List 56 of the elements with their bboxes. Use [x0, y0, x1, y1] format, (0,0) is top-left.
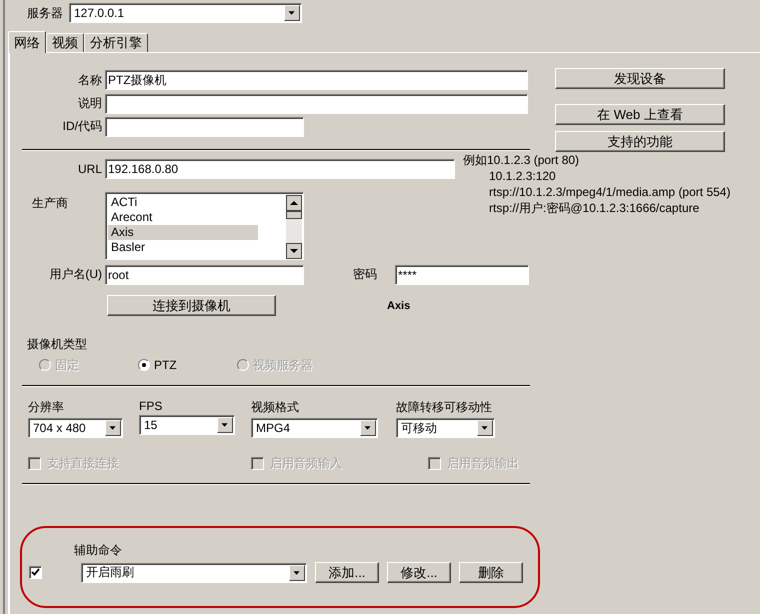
- tab[interactable]: 视频: [46, 33, 84, 52]
- setting-label: 分辨率: [28, 399, 65, 416]
- setting-label: 故障转移可移动性: [396, 399, 493, 416]
- caret-icon: [477, 420, 493, 436]
- password-label: 密码: [353, 266, 378, 283]
- tab[interactable]: 分析引擎: [84, 33, 148, 52]
- detected-vendor-text: Axis: [387, 300, 410, 312]
- caret-icon: [289, 564, 305, 580]
- radio-label: PTZ: [154, 358, 177, 372]
- server-dropdown[interactable]: 127.0.0.1: [69, 3, 302, 23]
- field-label: ID/代码: [62, 118, 102, 135]
- action-button[interactable]: 在 Web 上查看: [555, 104, 725, 125]
- action-button[interactable]: 支持的功能: [555, 131, 725, 152]
- list-item[interactable]: Axis: [108, 225, 258, 240]
- password-field[interactable]: ****: [395, 264, 529, 284]
- command-button[interactable]: 添加...: [315, 562, 379, 583]
- manufacturer-label: 生产商: [31, 195, 69, 212]
- field-label: 名称: [77, 72, 102, 88]
- caret-icon: [217, 417, 233, 433]
- connect-button[interactable]: 连接到摄像机: [107, 295, 276, 316]
- username-label: 用户名(U): [48, 266, 102, 283]
- server-label: 服务器: [27, 4, 63, 22]
- url-label: URL: [76, 162, 102, 176]
- checkbox[interactable]: [29, 566, 42, 579]
- radio-button[interactable]: [138, 359, 150, 371]
- url-example-text: rtsp://用户:密码@10.1.2.3:1666/capture: [489, 200, 700, 216]
- scrollbar-icon[interactable]: [286, 195, 302, 259]
- setting-dropdown[interactable]: 704 x 480: [28, 418, 123, 438]
- setting-label: 视频格式: [251, 399, 300, 416]
- text-field[interactable]: PTZ摄像机: [105, 70, 528, 90]
- caret-icon: [284, 5, 300, 21]
- command-button[interactable]: 删除: [459, 562, 523, 583]
- camera-type-label: 摄像机类型: [27, 337, 87, 351]
- setting-dropdown[interactable]: 可移动: [396, 418, 495, 438]
- setting-dropdown[interactable]: 15: [139, 415, 235, 435]
- action-button[interactable]: 发现设备: [555, 68, 725, 89]
- field-label: 说明: [77, 95, 102, 112]
- setting-label: FPS: [139, 399, 164, 413]
- command-button[interactable]: 修改...: [387, 562, 451, 583]
- manufacturer-list[interactable]: ACTi Arecont Axis Basler: [105, 192, 304, 260]
- url-example-text: rtsp://10.1.2.3/mpeg4/1/media.amp (port 554): [489, 184, 730, 200]
- list-item[interactable]: Arecont: [108, 210, 258, 225]
- caret-icon: [360, 420, 376, 436]
- text-field[interactable]: [105, 116, 304, 136]
- aux-command-label: 辅助命令: [74, 542, 123, 559]
- url-example-text: 10.1.2.3:120: [489, 168, 557, 184]
- list-item[interactable]: ACTi: [108, 195, 258, 210]
- text-field[interactable]: [105, 94, 528, 114]
- aux-command-dropdown[interactable]: 开启雨刷: [81, 562, 307, 582]
- caret-icon: [105, 420, 121, 436]
- list-item[interactable]: Basler: [108, 240, 258, 255]
- setting-dropdown[interactable]: MPG4: [251, 418, 378, 438]
- tab[interactable]: 网络: [8, 31, 46, 53]
- url-field[interactable]: 192.168.0.80: [105, 158, 455, 178]
- username-field[interactable]: root: [105, 264, 304, 284]
- url-example-text: 例如10.1.2.3 (port 80): [463, 152, 580, 168]
